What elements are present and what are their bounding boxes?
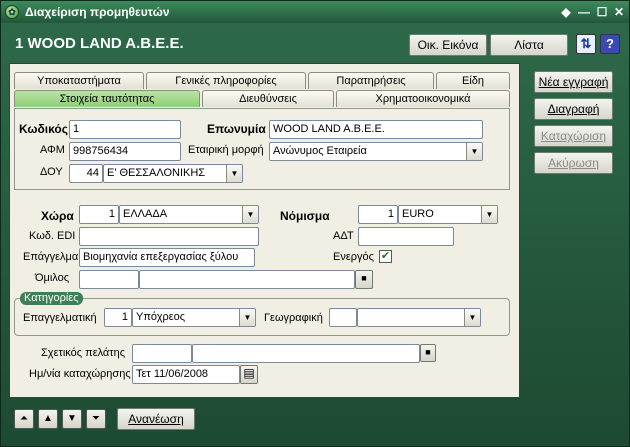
categories-title: Κατηγορίες [20, 292, 83, 305]
tab-financials[interactable]: Χρηματοοικονομικά [336, 90, 510, 107]
country-code-field[interactable]: 1 [79, 205, 119, 224]
currency-select[interactable]: EURO ▼ [398, 205, 498, 224]
professional-category-select[interactable]: Υπόχρεος ▼ [132, 308, 256, 327]
refresh-button[interactable]: Ανανέωση [117, 408, 195, 430]
next-record-icon[interactable]: ▼ [62, 409, 82, 429]
calendar-icon[interactable]: ▤ [240, 365, 258, 384]
adt-label: ΑΔΤ [333, 230, 354, 242]
currency-code-field[interactable]: 1 [358, 205, 398, 224]
group-field[interactable] [139, 270, 355, 289]
maximize-button[interactable]: ☐ [593, 4, 611, 20]
name-field[interactable]: WOOD LAND A.B.E.E. [269, 120, 483, 139]
group-label: Όμιλος [35, 272, 70, 284]
cancel-button[interactable]: Ακύρωση [534, 152, 613, 174]
company-form-label: Εταιρική μορφή [188, 144, 264, 156]
geographic-category-select[interactable]: ▼ [357, 308, 481, 327]
supplier-window: ✿ Διαχείριση προμηθευτών ◆ — ☐ ✕ 1 WOOD … [0, 0, 630, 447]
chevron-down-icon[interactable]: ▼ [242, 206, 258, 223]
doy-label: ΔΟΥ [40, 166, 63, 178]
first-record-icon[interactable]: ⏶ [14, 409, 34, 429]
financial-view-button[interactable]: Οικ. Εικόνα [409, 34, 487, 56]
delete-button[interactable]: Διαγραφή [534, 98, 613, 120]
previous-record-icon[interactable]: ▲ [38, 409, 58, 429]
active-label: Ενεργός [333, 251, 374, 263]
sort-icon[interactable]: ⇅ [576, 34, 596, 54]
main-panel: Υποκαταστήματα Γενικές πληροφορίες Παρατ… [9, 63, 520, 398]
adt-field[interactable] [358, 227, 454, 246]
chevron-down-icon[interactable]: ▼ [464, 309, 480, 326]
tab-identity[interactable]: Στοιχεία ταυτότητας [14, 90, 200, 107]
app-icon: ✿ [5, 5, 19, 19]
related-client-label: Σχετικός πελάτης [41, 347, 126, 359]
code-field[interactable]: 1 [69, 120, 181, 139]
tab-general-info[interactable]: Γενικές πληροφορίες [146, 72, 306, 89]
close-button[interactable]: ✕ [610, 4, 628, 20]
doy-code-field[interactable]: 44 [69, 164, 103, 183]
chevron-down-icon[interactable]: ▼ [481, 206, 497, 223]
related-client-code[interactable] [132, 344, 192, 363]
chevron-down-icon[interactable]: ▼ [226, 165, 242, 182]
professional-category-code[interactable]: 1 [104, 308, 132, 327]
chevron-down-icon[interactable]: ▼ [239, 309, 255, 326]
registration-date-label: Ημ/νία καταχώρησης [29, 368, 131, 380]
related-client-field[interactable] [192, 344, 420, 363]
registration-date-field[interactable]: Τετ 11/06/2008 [132, 365, 240, 384]
record-title: 1 WOOD LAND A.B.E.E. [15, 35, 184, 52]
client-lookup-button[interactable]: ■ [420, 344, 436, 362]
tab-branches[interactable]: Υποκαταστήματα [14, 72, 144, 89]
title-bar: ✿ Διαχείριση προμηθευτών ◆ — ☐ ✕ [1, 1, 629, 23]
pin-icon[interactable]: ◆ [557, 4, 575, 20]
last-record-icon[interactable]: ⏷ [86, 409, 106, 429]
currency-value: EURO [402, 208, 434, 220]
list-button[interactable]: Λίστα [490, 34, 568, 56]
country-value: ΕΛΛΑΔΑ [123, 208, 168, 220]
name-label: Επωνυμία [207, 122, 266, 136]
geographic-category-code[interactable] [329, 308, 357, 327]
currency-label: Νόμισμα [280, 209, 330, 223]
group-lookup-button[interactable]: ■ [355, 270, 373, 289]
country-select[interactable]: ΕΛΛΑΔΑ ▼ [119, 205, 259, 224]
tab-notes[interactable]: Παρατηρήσεις [308, 72, 434, 89]
new-record-button[interactable]: Νέα εγγραφή [534, 71, 613, 93]
minimize-button[interactable]: — [575, 4, 593, 20]
window-title: Διαχείριση προμηθευτών [25, 5, 170, 19]
profession-field[interactable]: Βιομηχανία επεξεργασίας ξύλου [79, 248, 255, 267]
afm-label: ΑΦΜ [40, 144, 65, 156]
doy-value: Ε' ΘΕΣΣΑΛΟΝΙΚΗΣ [107, 167, 206, 179]
company-form-select[interactable]: Ανώνυμος Εταιρεία ▼ [269, 142, 483, 161]
help-icon[interactable]: ? [600, 34, 620, 54]
group-code-field[interactable] [79, 270, 139, 289]
tab-items[interactable]: Είδη [436, 72, 510, 89]
tab-addresses[interactable]: Διευθύνσεις [202, 90, 334, 107]
code-label: Κωδικός [19, 122, 69, 136]
geographic-category-label: Γεωγραφική [264, 312, 323, 324]
company-form-value: Ανώνυμος Εταιρεία [273, 145, 367, 157]
edi-field[interactable] [79, 227, 259, 246]
country-label: Χώρα [41, 209, 74, 223]
save-button[interactable]: Καταχώριση [534, 125, 613, 147]
active-checkbox[interactable]: ✔ [379, 250, 392, 263]
professional-category-value: Υπόχρεος [136, 311, 186, 323]
profession-label: Επάγγελμα [23, 251, 79, 263]
chevron-down-icon[interactable]: ▼ [466, 143, 482, 160]
doy-select[interactable]: Ε' ΘΕΣΣΑΛΟΝΙΚΗΣ ▼ [103, 164, 243, 183]
professional-category-label: Επαγγελματική [23, 312, 97, 324]
edi-label: Κωδ. EDI [29, 230, 76, 242]
afm-field[interactable]: 998756434 [69, 142, 181, 161]
